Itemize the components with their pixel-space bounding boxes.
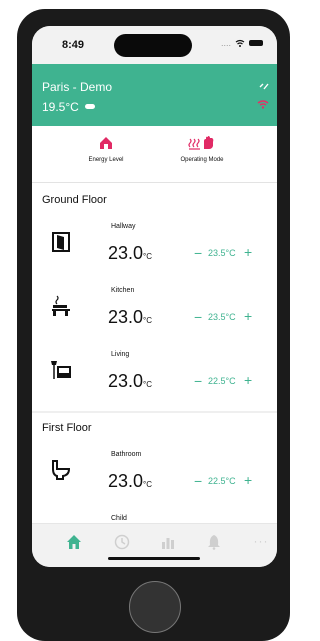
battery-icon [249, 40, 263, 46]
location-name: Paris - Demo [42, 80, 113, 94]
tab-more[interactable]: ··· [250, 534, 272, 556]
setpoint-value: 22.5°C [208, 476, 236, 486]
operating-mode-label: Operating Mode [180, 157, 224, 163]
outdoor-temperature: 19.5°C [42, 100, 95, 114]
tab-stats[interactable] [160, 534, 182, 556]
armchair-lamp-icon [50, 359, 72, 381]
room-child[interactable]: Child [32, 505, 277, 523]
phone-frame: 8:49 .... Paris - Demo 19.5°C Energy Lev… [17, 9, 290, 641]
room-name: Child [111, 515, 127, 522]
room-name: Bathroom [111, 451, 142, 458]
status-time: 8:49 [62, 39, 85, 51]
energy-level-label: Energy Level [88, 157, 124, 163]
setpoint-value: 22.5°C [208, 376, 236, 386]
operating-mode-button[interactable]: Operating Mode [172, 136, 232, 163]
app-screen: 8:49 .... Paris - Demo 19.5°C Energy Lev… [32, 26, 277, 567]
room-temperature: 23.0°C [108, 371, 153, 391]
toilet-icon [50, 459, 72, 481]
tab-alerts[interactable] [206, 534, 228, 556]
increase-setpoint-button[interactable]: + [244, 308, 252, 324]
rooms-list: Ground Floor Hallway 23.0°C − 23.5°C + K… [32, 183, 277, 523]
bell-icon [208, 535, 220, 550]
room-hallway[interactable]: Hallway 23.0°C − 23.5°C + [32, 213, 277, 277]
room-name: Hallway [111, 223, 136, 230]
room-bathroom[interactable]: Bathroom 23.0°C − 22.5°C + [32, 441, 277, 505]
section-divider [32, 411, 277, 413]
decrease-setpoint-button[interactable]: − [194, 309, 202, 325]
decrease-setpoint-button[interactable]: − [194, 473, 202, 489]
section-title-ground-floor: Ground Floor [42, 194, 107, 206]
signal-dots: .... [220, 38, 231, 48]
location-header[interactable]: Paris - Demo 19.5°C [32, 64, 277, 126]
room-name: Kitchen [111, 287, 135, 294]
home-indicator [108, 557, 200, 560]
status-bar: 8:49 .... [32, 26, 277, 64]
increase-setpoint-button[interactable]: + [244, 372, 252, 388]
status-icons: .... [221, 38, 263, 48]
camera-notch [114, 34, 192, 57]
tab-bar: ··· [32, 523, 277, 567]
stove-icon [50, 295, 72, 317]
setpoint-value: 23.5°C [208, 312, 236, 322]
house-energy-icon [76, 136, 136, 154]
lightning-icon[interactable] [259, 81, 269, 91]
room-living[interactable]: Living 23.0°C − 22.5°C + [32, 341, 277, 405]
room-temperature: 23.0°C [108, 471, 153, 491]
cloud-icon [84, 103, 95, 109]
room-temperature: 23.0°C [108, 307, 153, 327]
tab-schedule[interactable] [114, 534, 136, 556]
increase-setpoint-button[interactable]: + [244, 472, 252, 488]
more-icon: ··· [253, 534, 269, 548]
wifi-icon[interactable] [257, 99, 269, 109]
wifi-icon [235, 39, 245, 47]
room-name: Living [111, 351, 130, 358]
setpoint-value: 23.5°C [208, 248, 236, 258]
decrease-setpoint-button[interactable]: − [194, 373, 202, 389]
increase-setpoint-button[interactable]: + [244, 244, 252, 260]
heat-hand-icon [172, 136, 232, 154]
room-kitchen[interactable]: Kitchen 23.0°C − 23.5°C + [32, 277, 277, 341]
room-temperature: 23.0°C [108, 243, 153, 263]
home-button[interactable] [129, 581, 181, 633]
bar-chart-icon [162, 538, 174, 549]
tab-home[interactable] [66, 534, 88, 556]
mode-bar: Energy Level Operating Mode [32, 126, 277, 183]
temperature-value: 19.5°C [42, 100, 79, 114]
home-icon [67, 535, 81, 549]
section-title-first-floor: First Floor [42, 422, 92, 434]
clock-icon [114, 534, 130, 550]
decrease-setpoint-button[interactable]: − [194, 245, 202, 261]
door-icon [50, 231, 72, 253]
energy-level-button[interactable]: Energy Level [76, 136, 136, 163]
